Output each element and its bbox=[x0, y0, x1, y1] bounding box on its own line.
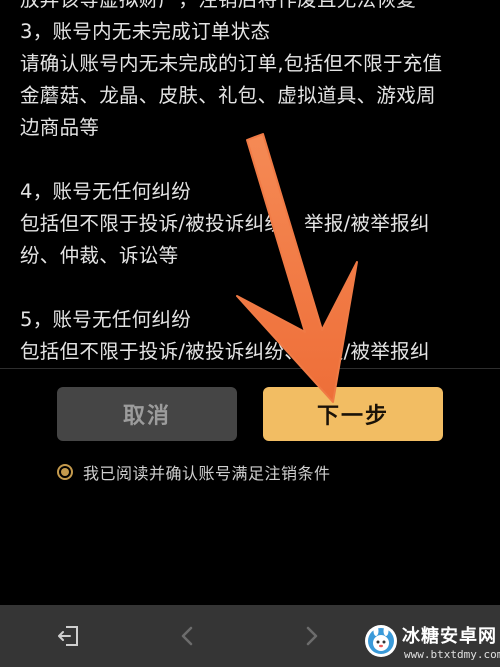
terms-line: 请确认账号内无未完成的订单,包括但不限于充值 bbox=[20, 52, 443, 75]
back-arrow-icon[interactable] bbox=[171, 619, 205, 653]
next-step-button[interactable]: 下一步 bbox=[263, 387, 443, 441]
terms-line: 4，账号无任何纠纷 bbox=[20, 180, 192, 203]
terms-line: 金蘑菇、龙晶、皮肤、礼包、虚拟道具、游戏周 bbox=[20, 84, 436, 107]
terms-line: 3，账号内无未完成订单状态 bbox=[20, 20, 271, 43]
exit-icon[interactable] bbox=[52, 619, 86, 653]
app-screen: 放弃该等虚拟财产，注销后将作废且无法恢复 3，账号内无未完成订单状态 请确认账号… bbox=[0, 0, 500, 667]
terms-line: 包括但不限于投诉/被投诉纠纷、举报/被举报纠 bbox=[20, 340, 430, 363]
terms-spacer bbox=[20, 272, 490, 304]
terms-spacer bbox=[20, 144, 490, 176]
terms-line: 包括但不限于投诉/被投诉纠纷、举报/被举报纠 bbox=[20, 212, 430, 235]
site-watermark: 冰糖安卓网 www.btxtdmy.com bbox=[364, 620, 500, 667]
agreement-radio[interactable] bbox=[57, 464, 73, 480]
divider bbox=[0, 368, 500, 369]
watermark-url: www.btxtdmy.com bbox=[404, 648, 500, 661]
terms-line: 边商品等 bbox=[20, 116, 100, 139]
watermark-title: 冰糖安卓网 bbox=[402, 626, 497, 647]
forward-arrow-icon[interactable] bbox=[294, 619, 328, 653]
agreement-label: 我已阅读并确认账号满足注销条件 bbox=[83, 464, 331, 483]
radio-checked-dot bbox=[61, 468, 69, 476]
terms-line: 放弃该等虚拟财产，注销后将作废且无法恢复 bbox=[20, 0, 490, 16]
terms-scroll: 放弃该等虚拟财产，注销后将作废且无法恢复 3，账号内无未完成订单状态 请确认账号… bbox=[20, 0, 490, 368]
terms-line: 纷、仲裁、诉讼等 bbox=[20, 244, 179, 267]
agreement-row[interactable]: 我已阅读并确认账号满足注销条件 bbox=[57, 460, 331, 484]
watermark-logo-icon bbox=[365, 625, 397, 657]
terms-content[interactable]: 放弃该等虚拟财产，注销后将作废且无法恢复 3，账号内无未完成订单状态 请确认账号… bbox=[20, 0, 490, 368]
terms-line: 5，账号无任何纠纷 bbox=[20, 308, 192, 331]
cancel-button[interactable]: 取消 bbox=[57, 387, 237, 441]
